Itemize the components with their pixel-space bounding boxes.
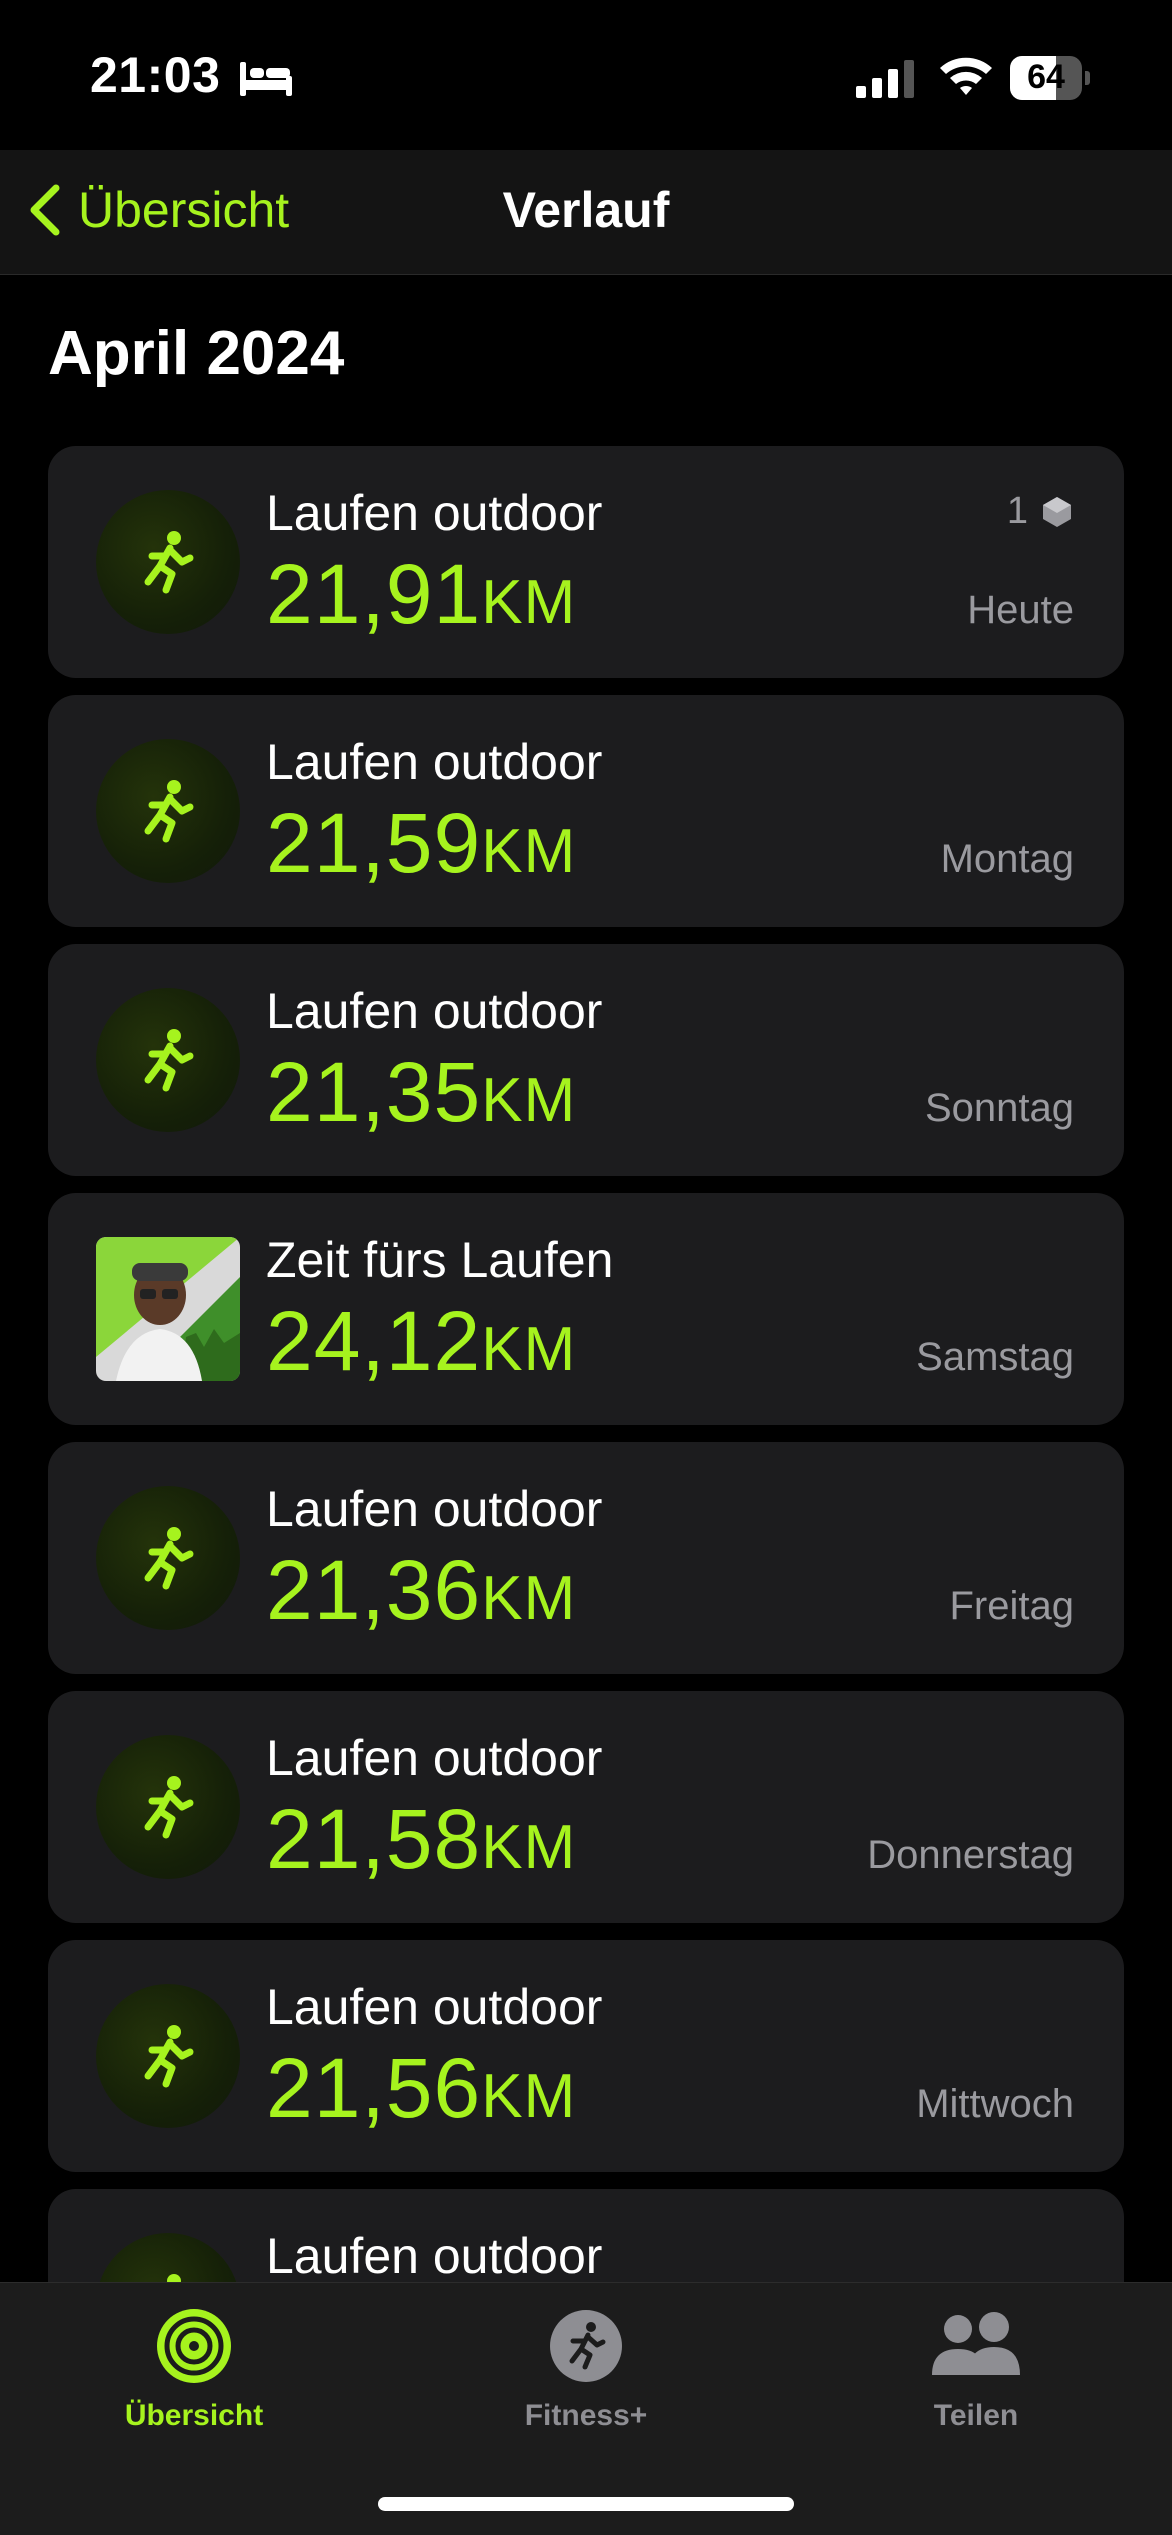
running-icon-badge — [96, 1486, 240, 1630]
running-figure-icon — [144, 1527, 194, 1590]
workout-title: Laufen outdoor — [266, 1730, 603, 1786]
workout-row[interactable]: Laufen outdoor 21,56KM Mittwoch — [48, 1940, 1124, 2172]
fitness-plus-icon — [550, 2310, 622, 2382]
workout-day: Freitag — [949, 1584, 1075, 1628]
navigation-bar: Übersicht Verlauf — [0, 150, 1172, 275]
section-header-month: April 2024 — [48, 319, 345, 388]
tab-bar: Übersicht Fitness+ Teilen — [0, 2282, 1172, 2535]
running-icon-badge — [96, 739, 240, 883]
workout-day: Samstag — [916, 1335, 1074, 1379]
workout-distance: 21,35KM — [266, 1045, 577, 1139]
people-icon — [932, 2312, 1020, 2375]
cellular-signal-icon — [856, 60, 914, 98]
workout-day: Mittwoch — [916, 2082, 1074, 2126]
workout-title: Laufen outdoor — [266, 485, 603, 541]
workout-row[interactable]: Laufen outdoor 21,59KM Montag — [48, 695, 1124, 927]
workout-row[interactable]: Laufen outdoor 21,36KM Freitag — [48, 1442, 1124, 1674]
tab-uebersicht[interactable]: Übersicht — [74, 2307, 314, 2447]
wifi-icon — [940, 57, 992, 95]
workout-day: Montag — [940, 837, 1074, 881]
workout-title: Laufen outdoor — [266, 2228, 603, 2284]
running-figure-icon — [144, 1029, 194, 1092]
award-hexagon-icon — [1043, 496, 1071, 527]
running-figure-icon — [144, 780, 194, 843]
workout-distance: 21,56KM — [266, 2041, 577, 2135]
workout-title: Laufen outdoor — [266, 1979, 603, 2035]
running-icon-badge — [96, 490, 240, 634]
workout-distance: 24,12KM — [266, 1294, 577, 1388]
chevron-left-icon — [30, 184, 60, 236]
tab-label: Übersicht — [124, 2399, 264, 2432]
workout-distance: 21,59KM — [266, 796, 577, 890]
award-badge: 1 — [1007, 490, 1074, 533]
workout-row[interactable]: Zeit fürs Laufen 24,12KM Samstag — [48, 1193, 1124, 1425]
home-indicator[interactable] — [378, 2497, 794, 2511]
tab-teilen[interactable]: Teilen — [856, 2307, 1096, 2447]
tab-fitness-plus[interactable]: Fitness+ — [466, 2307, 706, 2447]
workout-distance: 21,36KM — [266, 1543, 577, 1637]
running-icon-badge — [96, 1984, 240, 2128]
battery-percent: 64 — [1027, 58, 1065, 96]
running-icon-badge — [96, 988, 240, 1132]
tab-label: Teilen — [933, 2399, 1019, 2432]
battery-indicator: 64 — [1010, 56, 1090, 100]
workout-row[interactable]: Laufen outdoor 21,58KM Donnerstag — [48, 1691, 1124, 1923]
running-figure-icon — [144, 531, 194, 594]
workout-title: Laufen outdoor — [266, 734, 603, 790]
workout-day: Heute — [967, 588, 1074, 632]
workout-title: Laufen outdoor — [266, 1481, 603, 1537]
workout-list: Laufen outdoor 21,91KM 1 Heute Laufen ou… — [48, 446, 1124, 2438]
running-icon-badge — [96, 1735, 240, 1879]
status-time: 21:03 — [90, 47, 221, 103]
workout-row[interactable]: Laufen outdoor 21,35KM Sonntag — [48, 944, 1124, 1176]
fitness-program-thumbnail — [96, 1237, 240, 1381]
workout-title: Laufen outdoor — [266, 983, 603, 1039]
workout-row[interactable]: Laufen outdoor 21,91KM 1 Heute — [48, 446, 1124, 678]
workout-day: Donnerstag — [867, 1833, 1074, 1877]
workout-day: Sonntag — [924, 1086, 1074, 1130]
sleep-bed-icon — [240, 62, 292, 96]
status-bar: 21:03 64 — [0, 0, 1172, 150]
workout-title: Zeit fürs Laufen — [266, 1232, 614, 1288]
running-figure-icon — [144, 2025, 194, 2088]
activity-rings-icon — [157, 2309, 231, 2383]
tab-label: Fitness+ — [524, 2399, 648, 2432]
workout-distance: 21,58KM — [266, 1792, 577, 1886]
award-count: 1 — [1006, 490, 1028, 532]
running-figure-icon — [144, 1776, 194, 1839]
back-label: Übersicht — [78, 182, 290, 238]
workout-distance: 21,91KM — [266, 547, 577, 641]
back-button[interactable]: Übersicht — [26, 178, 289, 242]
